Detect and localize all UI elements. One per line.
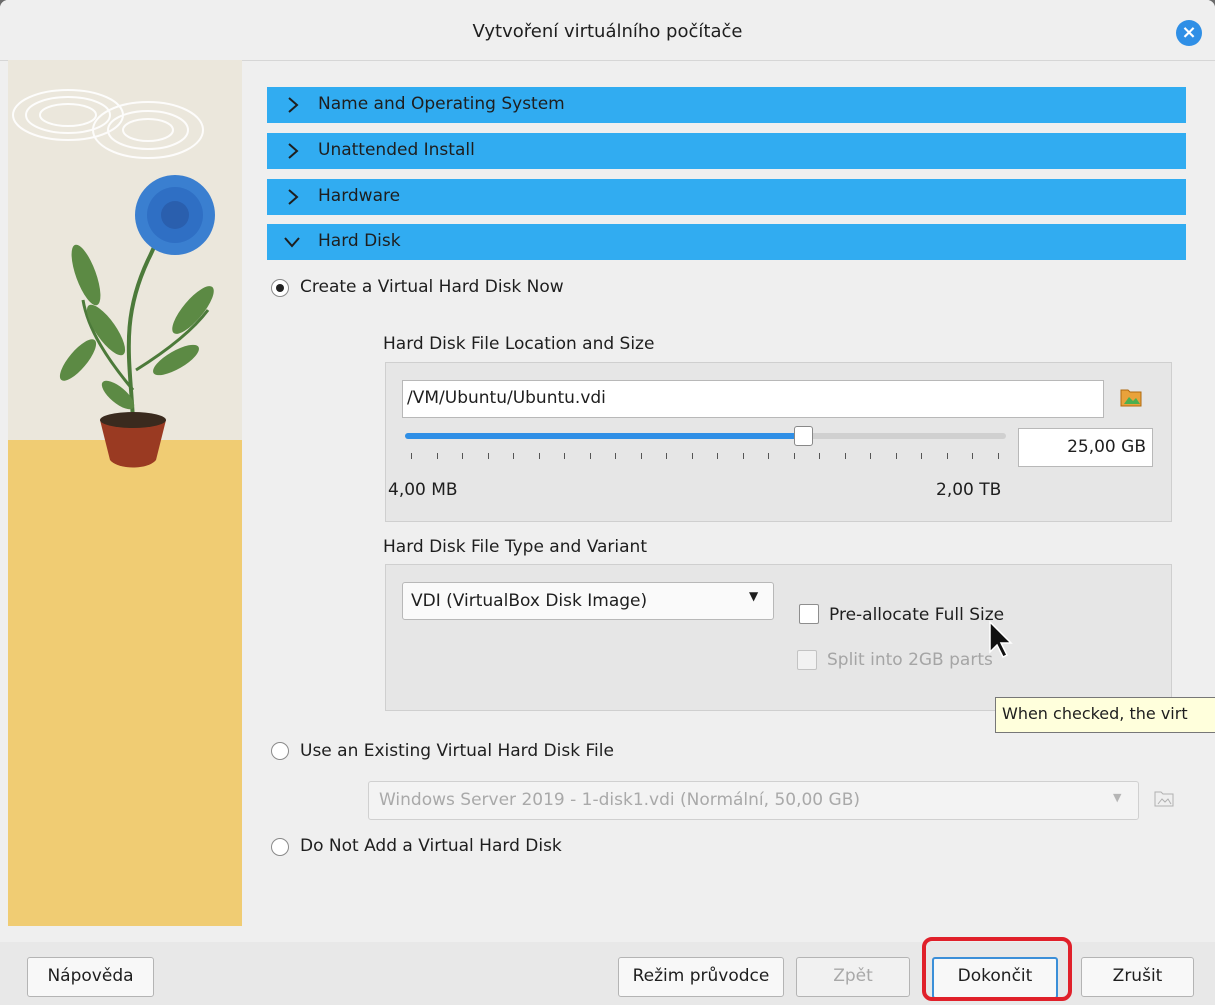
slider-fill: [405, 433, 802, 439]
plant-illustration-image: [8, 60, 242, 926]
no-disk-radio[interactable]: [271, 838, 289, 856]
type-group-title: Hard Disk File Type and Variant: [383, 537, 647, 557]
slider-tick: [793, 453, 795, 459]
disk-format-select[interactable]: VDI (VirtualBox Disk Image) ▼: [402, 582, 774, 620]
section-hard-disk[interactable]: Hard Disk: [267, 224, 1186, 260]
create-disk-radio[interactable]: [271, 279, 289, 297]
existing-disk-label: Use an Existing Virtual Hard Disk File: [300, 741, 614, 761]
section-hardware[interactable]: Hardware: [267, 179, 1186, 215]
preallocate-label: Pre-allocate Full Size: [829, 605, 1005, 625]
section-label: Hardware: [318, 186, 401, 206]
split-label: Split into 2GB parts: [827, 650, 993, 670]
slider-tick: [691, 453, 693, 459]
no-disk-label: Do Not Add a Virtual Hard Disk: [300, 836, 562, 856]
disk-path-value: /VM/Ubuntu/Ubuntu.vdi: [407, 388, 606, 408]
slider-handle[interactable]: [794, 426, 813, 446]
disk-size-slider[interactable]: [405, 426, 1006, 446]
section-label: Name and Operating System: [318, 94, 565, 114]
back-button[interactable]: Zpět: [796, 957, 910, 997]
existing-disk-value: Windows Server 2019 - 1-disk1.vdi (Normá…: [379, 790, 860, 810]
slider-tick: [946, 453, 948, 459]
slider-tick: [538, 453, 540, 459]
disk-size-field[interactable]: 25,00 GB: [1018, 428, 1153, 467]
slider-tick: [997, 453, 999, 459]
slider-tick: [870, 453, 871, 459]
split-checkbox[interactable]: [797, 650, 817, 670]
slider-tick: [411, 453, 412, 459]
disk-format-value: VDI (VirtualBox Disk Image): [411, 591, 648, 611]
cancel-button[interactable]: Zrušit: [1081, 957, 1194, 997]
create-vm-dialog: Vytvoření virtuálního počítače × Name an…: [0, 0, 1215, 1005]
chevron-right-icon: [288, 189, 299, 205]
close-icon[interactable]: ×: [1176, 20, 1202, 46]
chevron-down-icon: [284, 237, 300, 248]
existing-disk-select[interactable]: Windows Server 2019 - 1-disk1.vdi (Normá…: [368, 781, 1139, 820]
slider-tick: [844, 453, 846, 459]
disk-path-field[interactable]: /VM/Ubuntu/Ubuntu.vdi: [402, 380, 1104, 418]
chevron-right-icon: [288, 97, 299, 113]
preallocate-checkbox[interactable]: [799, 604, 819, 624]
highlight-annotation: [922, 937, 1072, 1001]
slider-tick: [666, 453, 667, 459]
disk-browse-icon[interactable]: [1153, 787, 1175, 809]
section-unattended-install[interactable]: Unattended Install: [267, 133, 1186, 169]
disk-size-value: 25,00 GB: [1067, 437, 1146, 457]
chevron-right-icon: [288, 143, 299, 159]
slider-tick: [615, 453, 616, 459]
slider-tick: [768, 453, 769, 459]
folder-browse-icon[interactable]: [1119, 385, 1143, 409]
existing-disk-radio[interactable]: [271, 742, 289, 760]
wizard-illustration: [8, 60, 242, 926]
help-button[interactable]: Nápověda: [27, 957, 154, 997]
slider-tick: [640, 453, 642, 459]
title-bar: Vytvoření virtuálního počítače ×: [0, 0, 1215, 61]
slider-max-label: 2,00 TB: [936, 480, 1002, 500]
guided-mode-button[interactable]: Režim průvodce: [618, 957, 784, 997]
slider-tick: [589, 453, 591, 459]
slider-tick: [819, 453, 820, 459]
slider-tick: [921, 453, 922, 459]
dropdown-arrow-icon: ▼: [1113, 791, 1122, 804]
slider-tick: [487, 453, 489, 459]
mouse-cursor-icon: [989, 620, 1013, 659]
slider-min-label: 4,00 MB: [388, 480, 458, 500]
section-name-and-os[interactable]: Name and Operating System: [267, 87, 1186, 123]
dropdown-arrow-icon: ▼: [749, 589, 759, 603]
slider-tick: [895, 453, 897, 459]
slider-tick: [513, 453, 514, 459]
create-disk-label: Create a Virtual Hard Disk Now: [300, 277, 564, 297]
window-title: Vytvoření virtuálního počítače: [472, 21, 743, 42]
section-label: Unattended Install: [318, 140, 475, 160]
section-label: Hard Disk: [318, 231, 401, 251]
slider-tick: [564, 453, 565, 459]
slider-tick: [972, 453, 973, 459]
slider-tick: [742, 453, 744, 459]
slider-tick: [436, 453, 438, 459]
slider-tick: [462, 453, 463, 459]
slider-tick: [717, 453, 718, 459]
tooltip: When checked, the virt: [995, 697, 1215, 733]
location-group-title: Hard Disk File Location and Size: [383, 334, 655, 354]
